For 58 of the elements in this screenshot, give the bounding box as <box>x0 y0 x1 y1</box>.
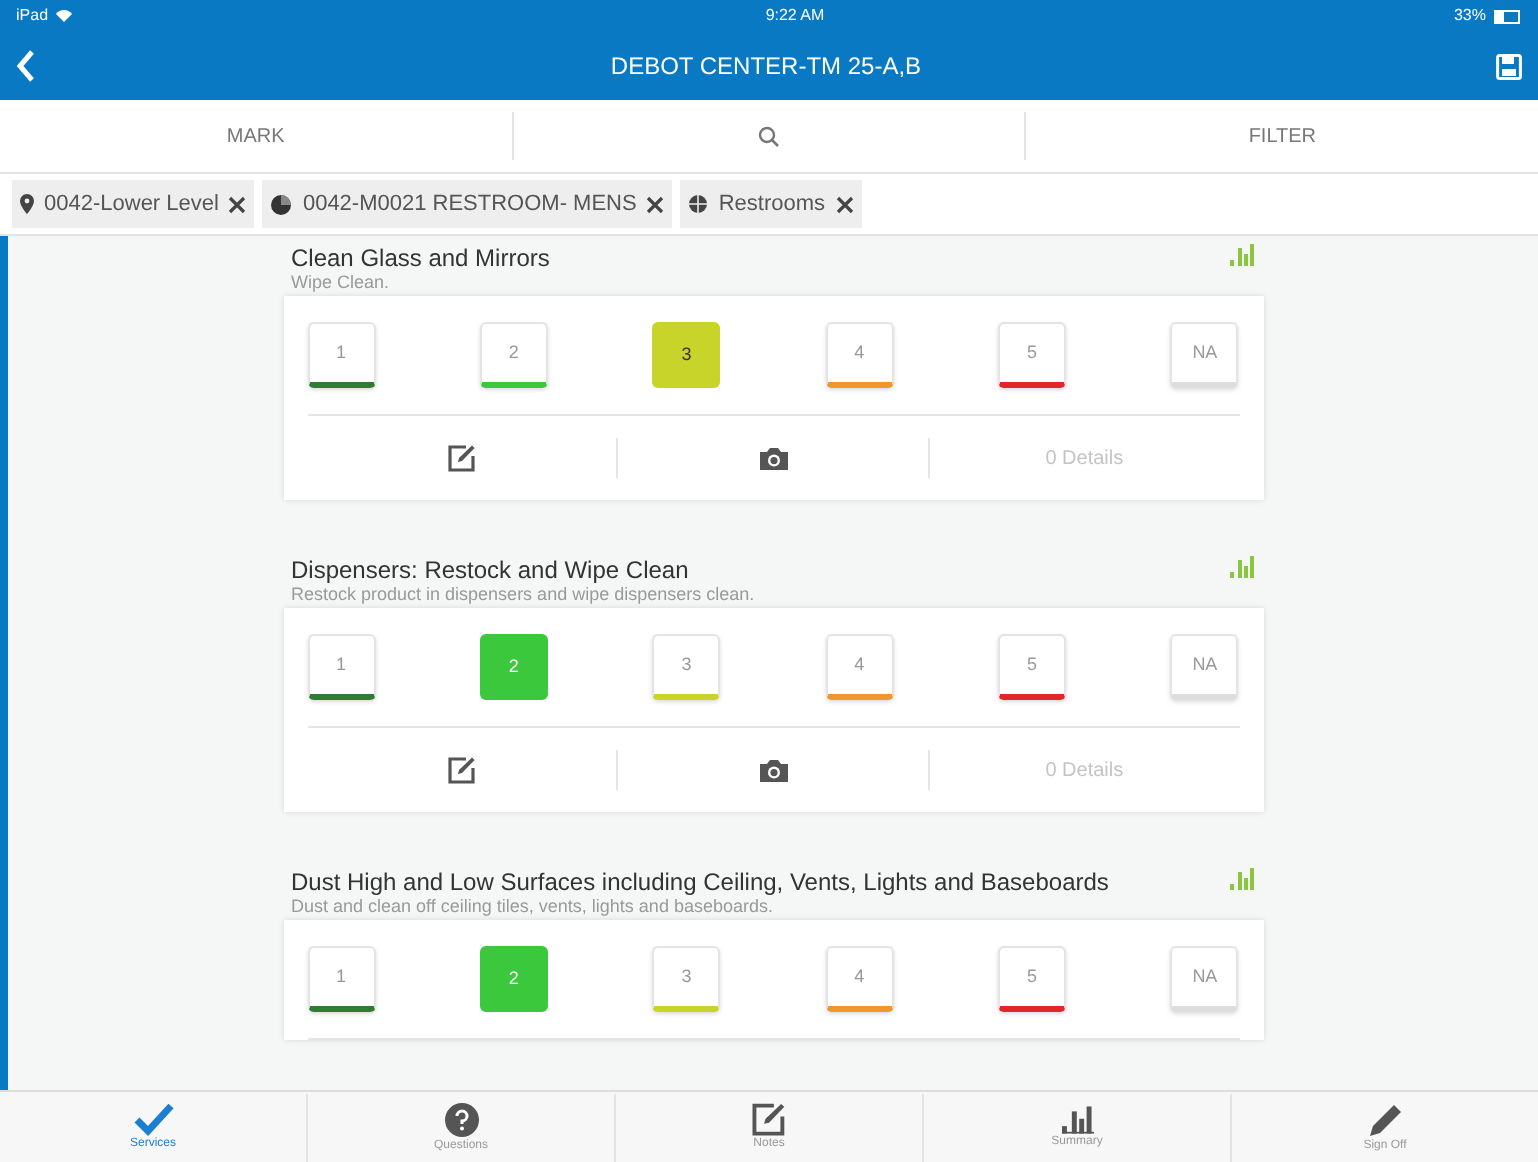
pin-icon <box>20 194 34 214</box>
rating-button[interactable]: 4 <box>825 322 894 388</box>
toolbar-button[interactable]: MARK <box>0 112 512 160</box>
rating-button[interactable]: 3 <box>652 634 721 700</box>
details-count[interactable]: 0 Details <box>1045 443 1124 473</box>
task-description: Dust and clean off ceiling tiles, vents, lights and baseboards. <box>291 896 775 918</box>
camera-icon[interactable] <box>757 445 789 471</box>
rating-button[interactable]: 2 <box>479 946 548 1012</box>
task-title: Clean Glass and Mirrors <box>291 244 550 272</box>
close-icon[interactable] <box>228 195 247 213</box>
filter-chip[interactable]: 0042-M0021 RESTROOM- MENS <box>262 180 673 228</box>
battery-percent: 33% <box>1453 4 1486 28</box>
wifi-icon <box>56 10 73 22</box>
task-title: Dust High and Low Surfaces including Ceiling, Vents, Lights and Baseboards <box>291 868 1109 896</box>
task-description: Wipe Clean. <box>291 272 392 294</box>
pencil-icon <box>1367 1101 1403 1137</box>
rating-button[interactable]: 2 <box>479 634 548 700</box>
filter-chip[interactable]: Restrooms <box>680 180 862 228</box>
rating-button[interactable]: 4 <box>825 634 894 700</box>
task-title: Dispensers: Restock and Wipe Clean <box>291 556 691 584</box>
window-title: DEBOT CENTER-TM 25-A,B <box>610 50 922 84</box>
rating-button[interactable]: 1 <box>307 322 375 388</box>
rating-button[interactable]: 3 <box>652 322 721 388</box>
rating-button[interactable]: 4 <box>825 946 894 1012</box>
camera-icon[interactable] <box>757 757 789 783</box>
chip-label: 0042-M0021 RESTROOM- MENS <box>302 189 637 220</box>
edit-icon[interactable] <box>447 444 476 472</box>
chart-icon <box>1061 1105 1093 1133</box>
pie-icon <box>270 193 293 215</box>
rating-button[interactable]: 1 <box>307 946 375 1012</box>
rating-button[interactable]: 3 <box>652 946 721 1012</box>
edit-icon[interactable] <box>447 756 476 784</box>
battery-icon <box>1493 9 1522 23</box>
rating-button[interactable]: 1 <box>307 634 375 700</box>
back-icon[interactable] <box>16 50 36 82</box>
close-icon[interactable] <box>835 195 854 213</box>
chip-label: Restrooms <box>718 189 826 220</box>
filter-chip[interactable]: 0042-Lower Level <box>12 180 255 228</box>
clock: 9:22 AM <box>763 4 825 28</box>
close-icon[interactable] <box>646 195 665 213</box>
rating-button[interactable]: 5 <box>998 634 1067 700</box>
help-icon <box>443 1101 479 1137</box>
details-count[interactable]: 0 Details <box>1045 755 1124 785</box>
save-icon[interactable] <box>1495 53 1522 79</box>
chip-label: 0042-Lower Level <box>44 189 219 220</box>
rating-button[interactable]: 5 <box>998 946 1067 1012</box>
search-icon <box>758 125 780 147</box>
rating-button[interactable]: 2 <box>479 322 548 388</box>
task-description: Restock product in dispensers and wipe dispensers clean. <box>291 584 755 606</box>
rating-button[interactable]: 5 <box>998 322 1067 388</box>
checkmark-icon <box>133 1102 173 1136</box>
rating-button[interactable]: NA <box>1170 946 1239 1012</box>
device-label: iPad <box>16 4 49 28</box>
edit-icon <box>752 1102 786 1136</box>
toolbar-button[interactable]: FILTER <box>1024 112 1538 160</box>
globe-icon <box>688 194 709 214</box>
rating-button[interactable]: NA <box>1170 322 1239 388</box>
rating-button[interactable]: NA <box>1170 634 1239 700</box>
